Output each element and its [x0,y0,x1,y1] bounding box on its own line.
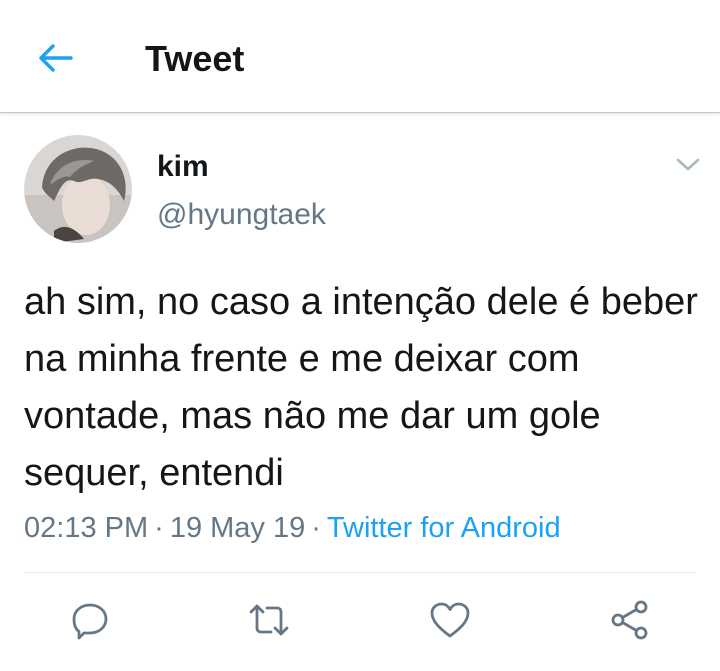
tweet-time: 02:13 PM [24,512,149,544]
top-app-bar: Tweet [0,0,720,113]
share-button[interactable] [608,598,652,642]
back-button[interactable] [30,38,82,78]
retweet-button[interactable] [247,598,291,642]
like-button[interactable] [428,598,472,642]
tweet-meta: 02:13 PM · 19 May 19 · Twitter for Android [24,510,561,546]
avatar[interactable] [24,135,132,243]
tweet-text: ah sim, no caso a intenção dele é beber … [24,281,698,494]
arrow-left-icon [39,44,73,72]
share-icon [611,600,648,640]
author-handle[interactable]: @hyungtaek [157,198,326,232]
tweet-detail-screen: Tweet kim @hyungtaek ah sim, no caso a i… [0,0,720,671]
author-display-name[interactable]: kim [157,150,209,184]
meta-separator: · [154,512,164,544]
chevron-down-icon [676,158,700,171]
reply-icon [72,603,108,640]
retweet-icon [249,604,289,636]
page-title: Tweet [145,38,245,79]
tweet-date: 19 May 19 [169,512,306,544]
tweet-action-bar [0,590,720,650]
tweet-source-link[interactable]: Twitter for Android [327,512,561,544]
heart-icon [430,602,470,638]
meta-separator: · [311,512,321,544]
tweet-menu-button[interactable] [672,152,704,178]
tweet-author-row: kim @hyungtaek [0,112,720,262]
divider [24,572,696,573]
avatar-image [24,135,132,243]
reply-button[interactable] [68,598,112,642]
